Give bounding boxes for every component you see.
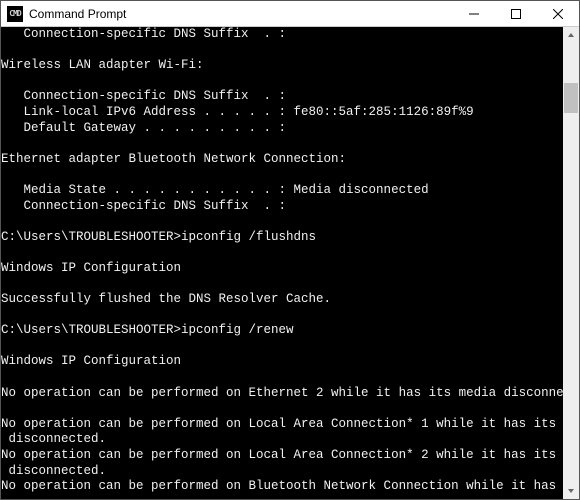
terminal-line: Wireless LAN adapter Wi-Fi: (1, 58, 563, 74)
app-icon: CMD (7, 6, 23, 22)
terminal-output[interactable]: Connection-specific DNS Suffix . : Wirel… (1, 27, 563, 499)
terminal-line: Windows IP Configuration (1, 354, 563, 370)
terminal-line (1, 277, 563, 293)
vertical-scrollbar[interactable] (563, 27, 579, 499)
terminal-line: No operation can be performed on Local A… (1, 417, 563, 433)
terminal-line (1, 308, 563, 324)
close-button[interactable] (537, 1, 579, 26)
terminal-line: Default Gateway . . . . . . . . . : (1, 121, 563, 137)
terminal-line (1, 245, 563, 261)
titlebar[interactable]: CMD Command Prompt (1, 1, 579, 27)
terminal-line (1, 214, 563, 230)
chevron-up-icon (567, 31, 575, 39)
command-prompt-window: CMD Command Prompt Connection-specific D… (0, 0, 580, 500)
terminal-line: No operation can be performed on Bluetoo… (1, 479, 563, 495)
terminal-line (1, 370, 563, 386)
maximize-button[interactable] (495, 1, 537, 26)
minimize-icon (469, 9, 479, 19)
terminal-line: C:\Users\TROUBLESHOOTER>ipconfig /flushd… (1, 230, 563, 246)
terminal-line (1, 43, 563, 59)
terminal-line (1, 401, 563, 417)
app-icon-label: CMD (9, 9, 20, 18)
terminal-line: Successfully flushed the DNS Resolver Ca… (1, 292, 563, 308)
window-controls (453, 1, 579, 26)
close-icon (553, 9, 563, 19)
terminal-line: Connection-specific DNS Suffix . : (1, 89, 563, 105)
terminal-line: Connection-specific DNS Suffix . : (1, 199, 563, 215)
terminal-line: disconnected. (1, 464, 563, 480)
terminal-line (1, 74, 563, 90)
terminal-line: disconnected. (1, 432, 563, 448)
terminal-line: Connection-specific DNS Suffix . : (1, 27, 563, 43)
terminal-line: Ethernet adapter Bluetooth Network Conne… (1, 152, 563, 168)
terminal-line (1, 167, 563, 183)
terminal-line: C:\Users\TROUBLESHOOTER>ipconfig /renew (1, 323, 563, 339)
terminal-line: Link-local IPv6 Address . . . . . : fe80… (1, 105, 563, 121)
terminal-line: Windows IP Configuration (1, 261, 563, 277)
terminal-container: Connection-specific DNS Suffix . : Wirel… (1, 27, 579, 499)
terminal-line (1, 339, 563, 355)
terminal-line: No operation can be performed on Etherne… (1, 386, 563, 402)
minimize-button[interactable] (453, 1, 495, 26)
terminal-line: No operation can be performed on Local A… (1, 448, 563, 464)
terminal-line (1, 136, 563, 152)
scroll-thumb[interactable] (564, 83, 578, 113)
terminal-line: Media State . . . . . . . . . . . : Medi… (1, 183, 563, 199)
scroll-up-button[interactable] (563, 27, 579, 43)
chevron-down-icon (567, 487, 575, 495)
maximize-icon (511, 9, 521, 19)
window-title: Command Prompt (29, 7, 453, 21)
scroll-down-button[interactable] (563, 483, 579, 499)
